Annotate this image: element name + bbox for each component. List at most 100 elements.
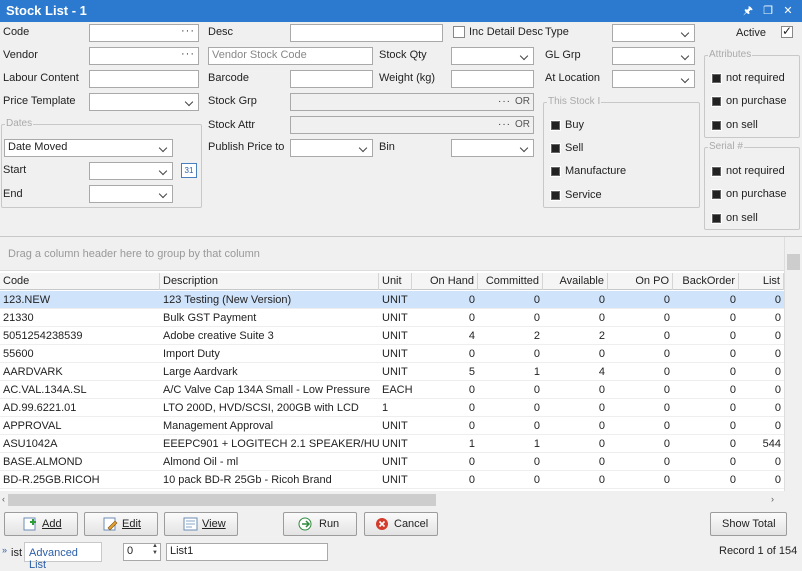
- stock-grid[interactable]: Drag a column header here to group by th…: [0, 236, 802, 509]
- attr-not-required-checkbox[interactable]: [711, 73, 722, 84]
- cell-list: 0: [774, 330, 781, 342]
- pin-icon[interactable]: 🖈: [740, 3, 756, 19]
- weight-label: Weight (kg): [379, 72, 436, 84]
- column-header-unit[interactable]: Unit: [379, 273, 412, 290]
- cell-list: 0: [774, 348, 781, 360]
- end-date-input[interactable]: [89, 185, 173, 203]
- scroll-right-icon[interactable]: ›: [771, 494, 774, 504]
- cell-list: 0: [774, 366, 781, 378]
- table-row[interactable]: 55600 Import Duty UNIT 0 0 0 0 0 0: [0, 345, 784, 363]
- list-name-input[interactable]: List1: [166, 543, 328, 561]
- edit-icon: [103, 517, 119, 531]
- table-row[interactable]: BASE.ALMOND Almond Oil - ml UNIT 0 0 0 0 0 0: [0, 453, 784, 471]
- column-header-available[interactable]: Available: [543, 273, 608, 290]
- table-row[interactable]: 21330 Bulk GST Payment UNIT 0 0 0 0 0 0: [0, 309, 784, 327]
- calendar-icon[interactable]: 31: [181, 163, 197, 178]
- group-by-panel[interactable]: Drag a column header here to group by th…: [0, 237, 784, 271]
- table-row[interactable]: AD.99.6221.01 LTO 200D, HVD/SCSI, 200GB w…: [0, 399, 784, 417]
- gl-grp-select[interactable]: [612, 47, 695, 65]
- cell-description: A/C Valve Cap 134A Small - Low Pressure: [163, 384, 371, 396]
- cell-available: 0: [598, 402, 605, 414]
- column-header-on-po[interactable]: On PO: [608, 273, 673, 290]
- serial-on-sell-checkbox[interactable]: [711, 213, 722, 224]
- buy-checkbox[interactable]: [550, 120, 561, 131]
- view-button[interactable]: View: [164, 512, 238, 536]
- inc-detail-desc-checkbox[interactable]: [453, 26, 465, 38]
- scroll-left-icon[interactable]: ‹: [2, 494, 5, 504]
- weight-input[interactable]: [451, 70, 534, 88]
- cell-description: Bulk GST Payment: [163, 312, 257, 324]
- run-button-label: Run: [319, 518, 340, 530]
- tab-list-label: ist: [11, 547, 22, 559]
- type-label: Type: [545, 26, 569, 38]
- attr-on-sell-checkbox[interactable]: [711, 120, 722, 131]
- restore-icon[interactable]: ❐: [760, 3, 776, 19]
- list-number-spinner[interactable]: 0 ▲ ▼: [123, 543, 161, 561]
- column-header-on-hand[interactable]: On Hand: [412, 273, 478, 290]
- edit-button[interactable]: Edit: [84, 512, 158, 536]
- sell-checkbox[interactable]: [550, 143, 561, 154]
- show-total-button[interactable]: Show Total: [710, 512, 787, 536]
- table-row[interactable]: AARDVARK Large Aardvark UNIT 5 1 4 0 0 0: [0, 363, 784, 381]
- run-button[interactable]: Run: [283, 512, 357, 536]
- stock-attr-lookup-icon[interactable]: ···: [498, 119, 511, 130]
- stock-grp-lookup-icon[interactable]: ···: [498, 96, 511, 107]
- attr-on-purchase-checkbox[interactable]: [711, 96, 722, 107]
- column-header-list[interactable]: List: [739, 273, 784, 290]
- table-row[interactable]: AC.VAL.134A.SL A/C Valve Cap 134A Small -…: [0, 381, 784, 399]
- vendor-stock-code-input[interactable]: Vendor Stock Code: [208, 47, 373, 65]
- at-location-select[interactable]: [612, 70, 695, 88]
- cell-code: ASU1042A: [3, 438, 58, 450]
- close-icon[interactable]: ✕: [780, 3, 796, 19]
- spinner-arrows-icon[interactable]: ▲ ▼: [152, 544, 158, 557]
- cell-unit: UNIT: [382, 294, 408, 306]
- add-button[interactable]: Add: [4, 512, 78, 536]
- start-date-input[interactable]: [89, 162, 173, 180]
- column-header-code[interactable]: Code: [0, 273, 160, 290]
- type-select[interactable]: [612, 24, 695, 42]
- desc-input[interactable]: [290, 24, 443, 42]
- chevron-down-icon: [159, 142, 169, 154]
- attr-not-required-label: not required: [726, 72, 785, 84]
- barcode-input[interactable]: [290, 70, 373, 88]
- vendor-input[interactable]: ···: [89, 47, 199, 65]
- table-row[interactable]: BD-R.25GB.RICOH 10 pack BD-R 25Gb - Ricoh…: [0, 471, 784, 489]
- vendor-lookup-icon[interactable]: ···: [181, 48, 195, 60]
- labour-content-input[interactable]: [89, 70, 199, 88]
- stock-qty-select[interactable]: [451, 47, 534, 65]
- active-checkbox[interactable]: [781, 24, 793, 38]
- horizontal-scroll-thumb[interactable]: [8, 494, 436, 506]
- cancel-button[interactable]: Cancel: [364, 512, 438, 536]
- service-checkbox[interactable]: [550, 190, 561, 201]
- chevron-down-icon: [185, 96, 195, 108]
- column-header-backorder[interactable]: BackOrder: [673, 273, 739, 290]
- stock-grp-input[interactable]: ··· OR: [290, 93, 534, 111]
- serial-on-purchase-checkbox[interactable]: [711, 189, 722, 200]
- serial-not-required-checkbox[interactable]: [711, 166, 722, 177]
- price-template-select[interactable]: [89, 93, 199, 111]
- column-header-description[interactable]: Description: [160, 273, 379, 290]
- code-input[interactable]: ···: [89, 24, 199, 42]
- tab-list[interactable]: » ist: [0, 542, 24, 562]
- tab-advanced-list-label: Advanced List: [29, 547, 78, 571]
- table-row[interactable]: 5051254238539 Adobe creative Suite 3 UNIT 4…: [0, 327, 784, 345]
- column-header-committed[interactable]: Committed: [478, 273, 543, 290]
- code-lookup-icon[interactable]: ···: [181, 25, 195, 37]
- cell-on-po: 0: [663, 384, 670, 396]
- bin-select[interactable]: [451, 139, 534, 157]
- cell-available: 0: [598, 294, 605, 306]
- publish-price-select[interactable]: [290, 139, 373, 157]
- tab-advanced-list[interactable]: Advanced List: [24, 542, 102, 571]
- date-mode-select[interactable]: Date Moved: [4, 139, 173, 157]
- table-row[interactable]: 123.NEW 123 Testing (New Version) UNIT 0 0 0 0…: [0, 291, 784, 309]
- cell-committed: 1: [533, 438, 540, 450]
- vertical-scroll-thumb[interactable]: [787, 254, 800, 270]
- table-row[interactable]: APPROVAL Management Approval UNIT 0 0 0 0 0 0: [0, 417, 784, 435]
- manufacture-checkbox[interactable]: [550, 166, 561, 177]
- buy-label: Buy: [565, 119, 584, 131]
- cell-description: Import Duty: [163, 348, 220, 360]
- horizontal-scrollbar[interactable]: ‹ ›: [0, 491, 784, 509]
- vertical-scrollbar[interactable]: [784, 237, 802, 491]
- stock-attr-input[interactable]: ··· OR: [290, 116, 534, 134]
- table-row[interactable]: ASU1042A EEEPC901 + LOGITECH 2.1 SPEAKER/…: [0, 435, 784, 453]
